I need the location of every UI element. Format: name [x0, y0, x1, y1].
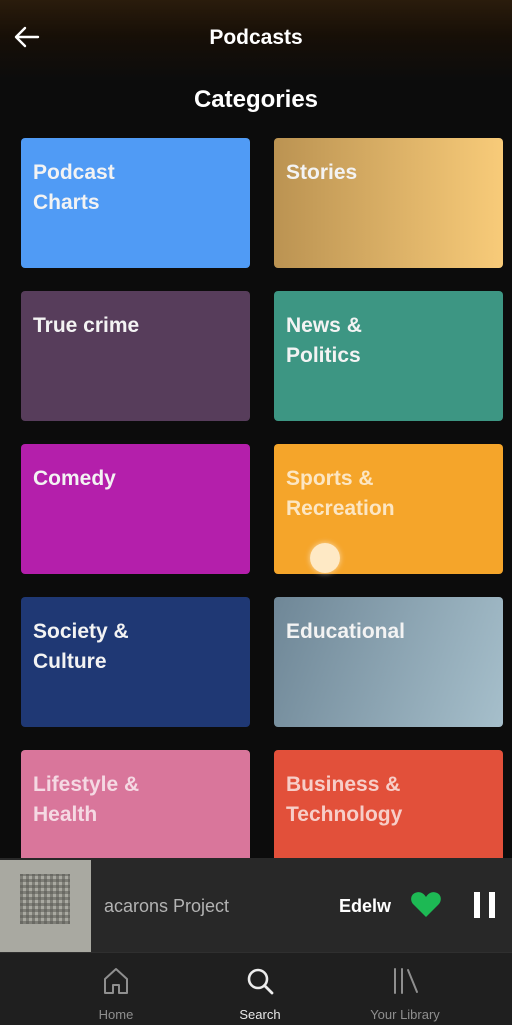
- nav-library[interactable]: Your Library: [345, 953, 465, 1025]
- artist-name: Edelw: [339, 896, 392, 916]
- category-label: News & Politics: [286, 314, 362, 367]
- search-icon: [247, 968, 274, 995]
- category-grid: Podcast Charts Stories True crime News &…: [21, 138, 503, 880]
- nav-search[interactable]: Search: [200, 953, 320, 1025]
- library-icon: [394, 968, 418, 994]
- category-label: True crime: [33, 314, 140, 337]
- category-tile-sports-recreation[interactable]: Sports & Recreation: [274, 444, 503, 574]
- category-label: Lifestyle & Health: [33, 773, 140, 826]
- category-label: Comedy: [33, 467, 116, 490]
- bottom-nav: Home Search Your Library: [0, 952, 512, 1025]
- nav-label: Search: [239, 1007, 281, 1022]
- category-tile-podcast-charts[interactable]: Podcast Charts: [21, 138, 250, 268]
- category-tile-comedy[interactable]: Comedy: [21, 444, 250, 574]
- section-title: Categories: [193, 86, 319, 113]
- nav-home[interactable]: Home: [56, 953, 176, 1025]
- category-tile-society-culture[interactable]: Society & Culture: [21, 597, 250, 727]
- home-icon: [104, 968, 128, 994]
- nav-label: Home: [98, 1007, 134, 1022]
- category-tile-educational[interactable]: Educational: [274, 597, 503, 727]
- nav-label: Your Library: [370, 1007, 440, 1022]
- category-label: Podcast Charts: [33, 161, 115, 214]
- track-title: acarons Project: [104, 896, 230, 916]
- category-tile-true-crime[interactable]: True crime: [21, 291, 250, 421]
- page-title: Podcasts: [209, 26, 303, 49]
- category-tile-news-politics[interactable]: News & Politics: [274, 291, 503, 421]
- category-label: Society & Culture: [33, 620, 129, 673]
- heart-icon[interactable]: [409, 888, 443, 920]
- header: Podcasts: [0, 0, 512, 80]
- category-label: Educational: [286, 620, 406, 643]
- category-label: Business & Technology: [286, 773, 403, 826]
- category-label: Sports & Recreation: [286, 467, 395, 520]
- album-art: [0, 860, 91, 952]
- category-tile-stories[interactable]: Stories: [274, 138, 503, 268]
- category-label: Stories: [286, 161, 358, 184]
- pause-icon[interactable]: [471, 889, 499, 921]
- album-art-pattern: [20, 874, 70, 924]
- touch-indicator: [310, 543, 340, 573]
